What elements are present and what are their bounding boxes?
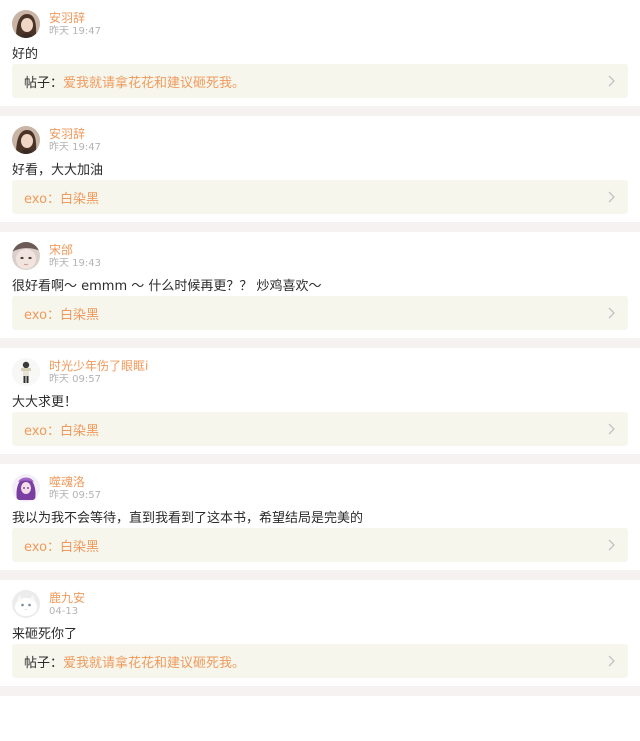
referenced-post-link[interactable]: exo： 白染黑	[12, 180, 628, 214]
timestamp: 昨天 19:47	[49, 26, 101, 37]
comment-item: 噬魂洛 昨天 09:57 我以为我不会等待，直到我看到了这本书，希望结局是完美的…	[0, 464, 640, 570]
face-closeup-avatar-icon[interactable]	[12, 242, 40, 270]
separator	[0, 686, 640, 696]
comment-text: 好看，大大加油	[12, 163, 104, 178]
referenced-post-link[interactable]: exo： 白染黑	[12, 296, 628, 330]
username[interactable]: 时光少年伤了眼眶i	[49, 359, 148, 373]
ref-title: 白染黑	[60, 423, 100, 439]
username[interactable]: 安羽辞	[49, 11, 85, 25]
comment-item: 鹿九安 04-13 来砸死你了 帖子： 爱我就请拿花花和建议砸死我。	[0, 580, 640, 686]
ref-title: 白染黑	[60, 539, 100, 555]
chevron-right-icon	[608, 539, 615, 551]
timestamp: 昨天 09:57	[49, 374, 101, 385]
chevron-right-icon	[608, 75, 615, 87]
ref-prefix: exo：	[24, 191, 61, 207]
comment-text: 很好看啊～ emmm ～ 什么时候再更？？ 炒鸡喜欢～	[12, 279, 322, 294]
comment-item: 时光少年伤了眼眶i 昨天 09:57 大大求更！ exo： 白染黑	[0, 348, 640, 454]
separator	[0, 106, 640, 116]
standing-figure-avatar-icon[interactable]	[12, 358, 40, 386]
comment-feed: 安羽辞 昨天 19:47 好的 帖子： 爱我就请拿花花和建议砸死我。 安羽辞 昨…	[0, 0, 640, 696]
chevron-right-icon	[608, 191, 615, 203]
chevron-right-icon	[608, 655, 615, 667]
ref-prefix: exo：	[24, 307, 61, 323]
comment-text: 我以为我不会等待，直到我看到了这本书，希望结局是完美的	[12, 511, 364, 526]
timestamp: 昨天 19:47	[49, 142, 101, 153]
white-cat-avatar-icon[interactable]	[12, 590, 40, 618]
ref-prefix: exo：	[24, 539, 61, 555]
separator	[0, 338, 640, 348]
referenced-post-link[interactable]: 帖子： 爱我就请拿花花和建议砸死我。	[12, 64, 628, 98]
separator	[0, 570, 640, 580]
ref-prefix: 帖子：	[24, 75, 64, 91]
ref-title: 爱我就请拿花花和建议砸死我。	[63, 655, 246, 671]
username[interactable]: 安羽辞	[49, 127, 85, 141]
ref-title: 爱我就请拿花花和建议砸死我。	[63, 75, 246, 91]
separator	[0, 222, 640, 232]
username[interactable]: 宋邰	[49, 243, 73, 257]
separator	[0, 454, 640, 464]
ref-prefix: exo：	[24, 423, 61, 439]
purple-anime-avatar-icon[interactable]	[12, 474, 40, 502]
comment-header: 鹿九安 04-13	[12, 590, 628, 620]
username[interactable]: 噬魂洛	[49, 475, 85, 489]
ref-title: 白染黑	[60, 191, 100, 207]
comment-header: 安羽辞 昨天 19:47	[12, 126, 628, 156]
timestamp: 04-13	[49, 606, 79, 617]
chevron-right-icon	[608, 423, 615, 435]
girl-photo-avatar-icon[interactable]	[12, 10, 40, 38]
timestamp: 昨天 19:43	[49, 258, 101, 269]
comment-header: 时光少年伤了眼眶i 昨天 09:57	[12, 358, 628, 388]
comment-text: 大大求更！	[12, 395, 78, 410]
ref-title: 白染黑	[60, 307, 100, 323]
comment-item: 宋邰 昨天 19:43 很好看啊～ emmm ～ 什么时候再更？？ 炒鸡喜欢～ …	[0, 232, 640, 338]
girl-photo-avatar-icon[interactable]	[12, 126, 40, 154]
referenced-post-link[interactable]: exo： 白染黑	[12, 412, 628, 446]
ref-prefix: 帖子：	[24, 655, 64, 671]
comment-header: 噬魂洛 昨天 09:57	[12, 474, 628, 504]
comment-header: 安羽辞 昨天 19:47	[12, 10, 628, 40]
comment-header: 宋邰 昨天 19:43	[12, 242, 628, 272]
timestamp: 昨天 09:57	[49, 490, 101, 501]
comment-item: 安羽辞 昨天 19:47 好看，大大加油 exo： 白染黑	[0, 116, 640, 222]
referenced-post-link[interactable]: exo： 白染黑	[12, 528, 628, 562]
comment-text: 好的	[12, 47, 39, 62]
referenced-post-link[interactable]: 帖子： 爱我就请拿花花和建议砸死我。	[12, 644, 628, 678]
username[interactable]: 鹿九安	[49, 591, 85, 605]
comment-text: 来砸死你了	[12, 627, 78, 642]
chevron-right-icon	[608, 307, 615, 319]
comment-item: 安羽辞 昨天 19:47 好的 帖子： 爱我就请拿花花和建议砸死我。	[0, 0, 640, 106]
